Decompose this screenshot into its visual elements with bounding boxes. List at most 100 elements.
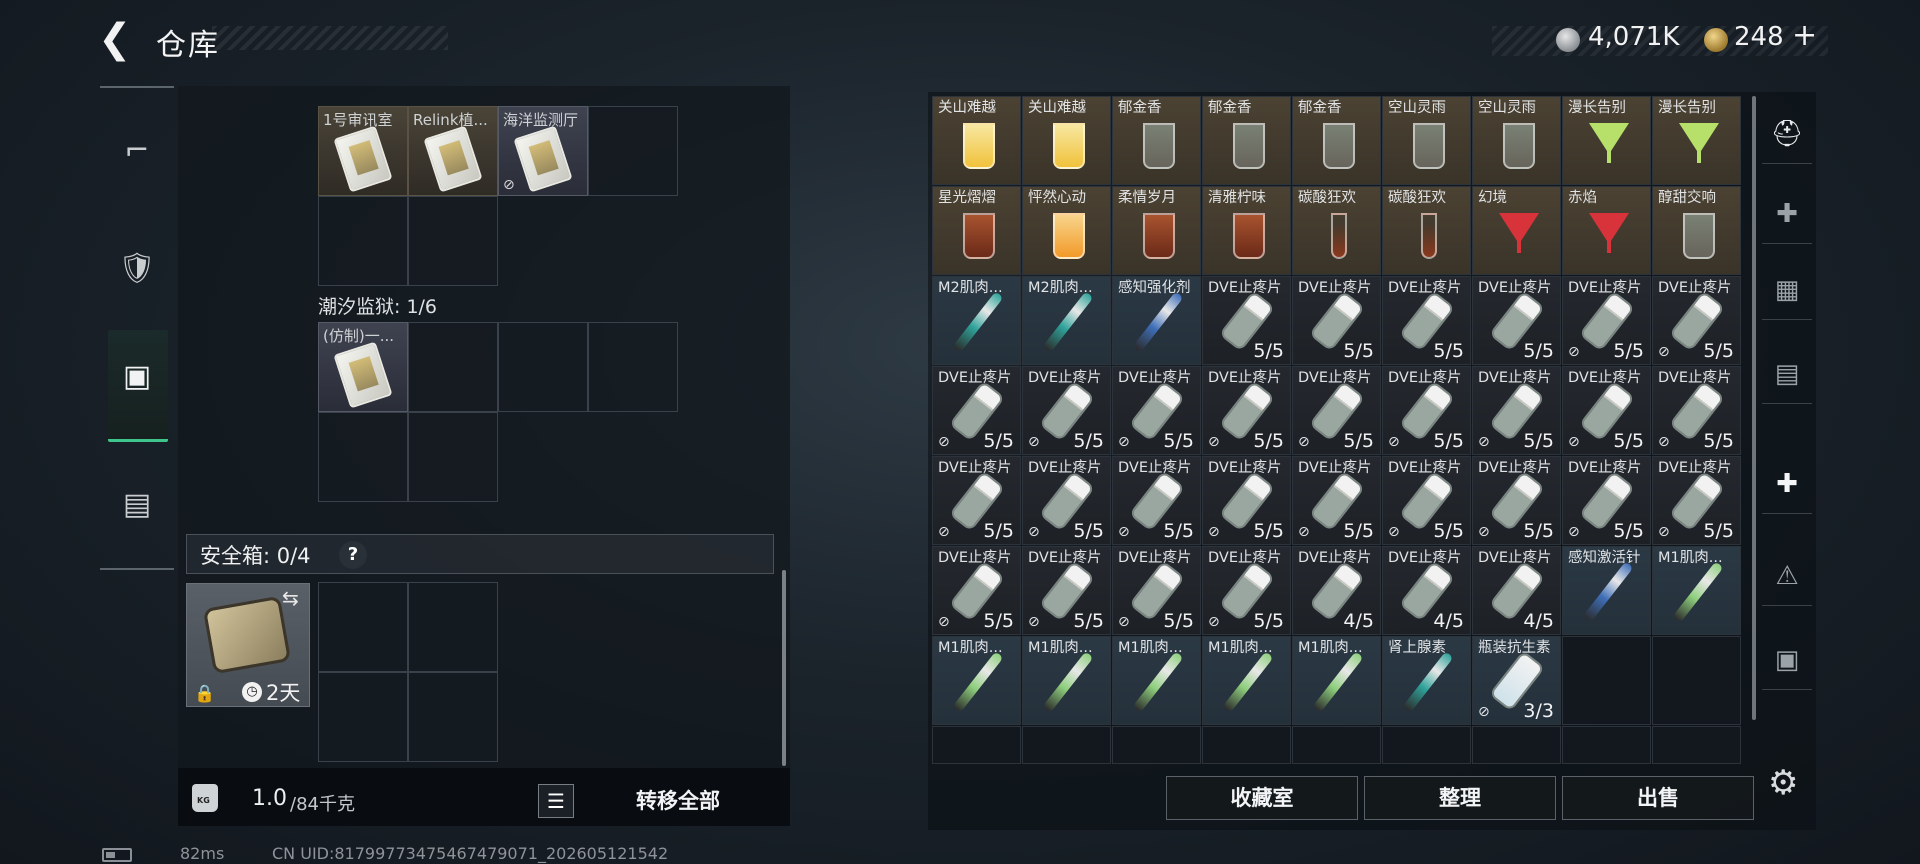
backpack-slot[interactable]	[318, 672, 408, 762]
stash-item[interactable]: DVE止疼片 5/5 ⊘	[1562, 276, 1651, 365]
stash-item[interactable]: 清雅柠味	[1202, 186, 1291, 275]
stash-item[interactable]: 幻境	[1472, 186, 1561, 275]
stash-item[interactable]: M2肌肉...	[1022, 276, 1111, 365]
stash-item[interactable]: DVE止疼片 5/5 ⊘	[1022, 366, 1111, 455]
stash-item[interactable]: 醇甜交响	[1652, 186, 1741, 275]
stash-item[interactable]: 感知激活针	[1562, 546, 1651, 635]
stash-item[interactable]: DVE止疼片 5/5 ⊘	[1112, 456, 1201, 545]
stash-item[interactable]: 瓶装抗生素 3/3 ⊘	[1472, 636, 1561, 725]
stash-item[interactable]: DVE止疼片 5/5 ⊘	[932, 456, 1021, 545]
stash-item[interactable]: DVE止疼片 5/5 ⊘	[1292, 366, 1381, 455]
stash-item[interactable]: M1肌肉...	[1112, 636, 1201, 725]
stash-item[interactable]: M2肌肉...	[932, 276, 1021, 365]
stash-item[interactable]: 空山灵雨	[1472, 96, 1561, 185]
keycard-item[interactable]: (仿制)一...	[318, 322, 408, 412]
stash-item[interactable]: DVE止疼片 4/5	[1382, 546, 1471, 635]
stash-item[interactable]: DVE止疼片 4/5	[1472, 546, 1561, 635]
backpack-slot[interactable]	[588, 106, 678, 196]
stash-item[interactable]: 怦然心动	[1022, 186, 1111, 275]
help-button[interactable]: ?	[339, 541, 367, 569]
stash-item[interactable]: 感知强化剂	[1112, 276, 1201, 365]
nav-backpack[interactable]: ▣	[100, 336, 174, 416]
stash-item[interactable]: 关山难越	[1022, 96, 1111, 185]
stash-item[interactable]: 漫长告别	[1562, 96, 1651, 185]
stash-item[interactable]: DVE止疼片 5/5 ⊘	[1382, 366, 1471, 455]
add-gold-button[interactable]: +	[1792, 18, 1817, 53]
empty-slot[interactable]	[932, 726, 1021, 764]
left-scrollbar[interactable]	[782, 570, 786, 766]
stash-item[interactable]: DVE止疼片 5/5	[1382, 276, 1471, 365]
backpack-slot[interactable]	[318, 412, 408, 502]
nav-weapons[interactable]: ⌐	[100, 110, 174, 190]
stash-item[interactable]: DVE止疼片 5/5 ⊘	[1472, 366, 1561, 455]
empty-slot[interactable]	[1022, 726, 1111, 764]
swap-icon[interactable]: ⇆	[282, 586, 299, 610]
right-nav-slot-warning[interactable]: ⚠	[1762, 546, 1812, 606]
backpack-slot[interactable]	[408, 322, 498, 412]
stash-item[interactable]: DVE止疼片 5/5 ⊘	[1562, 366, 1651, 455]
collection-room-button[interactable]: 收藏室	[1166, 776, 1358, 820]
stash-item[interactable]: 柔情岁月	[1112, 186, 1201, 275]
stash-item[interactable]: 赤焰	[1562, 186, 1651, 275]
stash-item[interactable]: DVE止疼片 5/5 ⊘	[1112, 366, 1201, 455]
nav-equipment[interactable]: 🛡	[100, 228, 174, 308]
backpack-slot[interactable]	[408, 196, 498, 286]
backpack-slot[interactable]	[408, 672, 498, 762]
backpack-slot[interactable]	[498, 322, 588, 412]
stash-item[interactable]: DVE止疼片 5/5 ⊘	[1382, 456, 1471, 545]
stash-item[interactable]: 空山灵雨	[1382, 96, 1471, 185]
stash-item[interactable]: 郁金香	[1292, 96, 1381, 185]
stash-item[interactable]: DVE止疼片 5/5 ⊘	[1562, 456, 1651, 545]
stash-item[interactable]: DVE止疼片 5/5 ⊘	[1652, 276, 1741, 365]
right-nav-helmet[interactable]: ⛑	[1762, 104, 1812, 164]
sell-button[interactable]: 出售	[1562, 776, 1754, 820]
stash-item[interactable]: 郁金香	[1112, 96, 1201, 185]
stash-item[interactable]: M1肌肉...	[1202, 636, 1291, 725]
empty-slot[interactable]	[1202, 726, 1291, 764]
stash-item[interactable]: DVE止疼片 4/5	[1292, 546, 1381, 635]
stash-item[interactable]: DVE止疼片 5/5 ⊘	[1022, 456, 1111, 545]
nav-case[interactable]: ▤	[100, 464, 174, 544]
list-icon[interactable]: ☰	[538, 784, 574, 818]
stash-item[interactable]: M1肌肉...	[1292, 636, 1381, 725]
stash-item[interactable]: 碳酸狂欢	[1292, 186, 1381, 275]
stash-item[interactable]: 漫长告别	[1652, 96, 1741, 185]
stash-item[interactable]: DVE止疼片 5/5 ⊘	[1292, 456, 1381, 545]
empty-slot[interactable]	[1472, 726, 1561, 764]
stash-item[interactable]: 郁金香	[1202, 96, 1291, 185]
stash-item[interactable]: DVE止疼片 5/5 ⊘	[1202, 546, 1291, 635]
right-nav-slot-camera[interactable]: ▣	[1762, 630, 1812, 690]
stash-item[interactable]: 星光熠熠	[932, 186, 1021, 275]
stash-item[interactable]: M1肌肉...	[1022, 636, 1111, 725]
stash-item[interactable]: DVE止疼片 5/5 ⊘	[1112, 546, 1201, 635]
stash-item[interactable]: 关山难越	[932, 96, 1021, 185]
right-nav-slot-iv-plus-1[interactable]: ✚	[1762, 184, 1812, 244]
empty-slot[interactable]	[1652, 636, 1741, 725]
empty-slot[interactable]	[1382, 726, 1471, 764]
stash-item[interactable]: DVE止疼片 5/5 ⊘	[1022, 546, 1111, 635]
stash-item[interactable]: DVE止疼片 5/5 ⊘	[1652, 366, 1741, 455]
back-arrow-icon[interactable]: ❮	[98, 19, 132, 59]
stash-item[interactable]: M1肌肉...	[932, 636, 1021, 725]
transfer-all-button[interactable]: 转移全部	[636, 785, 720, 815]
keycard-item[interactable]: 海洋监测厅 ⊘	[498, 106, 588, 196]
stash-item[interactable]: DVE止疼片 5/5 ⊘	[1472, 456, 1561, 545]
stash-item[interactable]: DVE止疼片 5/5 ⊘	[932, 366, 1021, 455]
empty-slot[interactable]	[1292, 726, 1381, 764]
stash-item[interactable]: DVE止疼片 5/5	[1292, 276, 1381, 365]
right-nav-slot-v[interactable]: ▦	[1762, 260, 1812, 320]
stash-item[interactable]: DVE止疼片 5/5 ⊘	[932, 546, 1021, 635]
backpack-slot[interactable]	[318, 196, 408, 286]
empty-slot[interactable]	[1652, 726, 1741, 764]
stash-item[interactable]: DVE止疼片 5/5	[1472, 276, 1561, 365]
right-nav-slot-iv-plus-2[interactable]: ✚	[1762, 454, 1812, 514]
stash-item[interactable]: 肾上腺素	[1382, 636, 1471, 725]
right-nav-slot-iv-2[interactable]: ▤	[1762, 344, 1812, 404]
backpack-slot[interactable]	[408, 582, 498, 672]
backpack-slot[interactable]	[318, 582, 408, 672]
stash-item[interactable]: DVE止疼片 5/5	[1202, 276, 1291, 365]
empty-slot[interactable]	[1562, 726, 1651, 764]
stash-item[interactable]: DVE止疼片 5/5 ⊘	[1652, 456, 1741, 545]
stash-item[interactable]: DVE止疼片 5/5 ⊘	[1202, 366, 1291, 455]
sort-button[interactable]: 整理	[1364, 776, 1556, 820]
